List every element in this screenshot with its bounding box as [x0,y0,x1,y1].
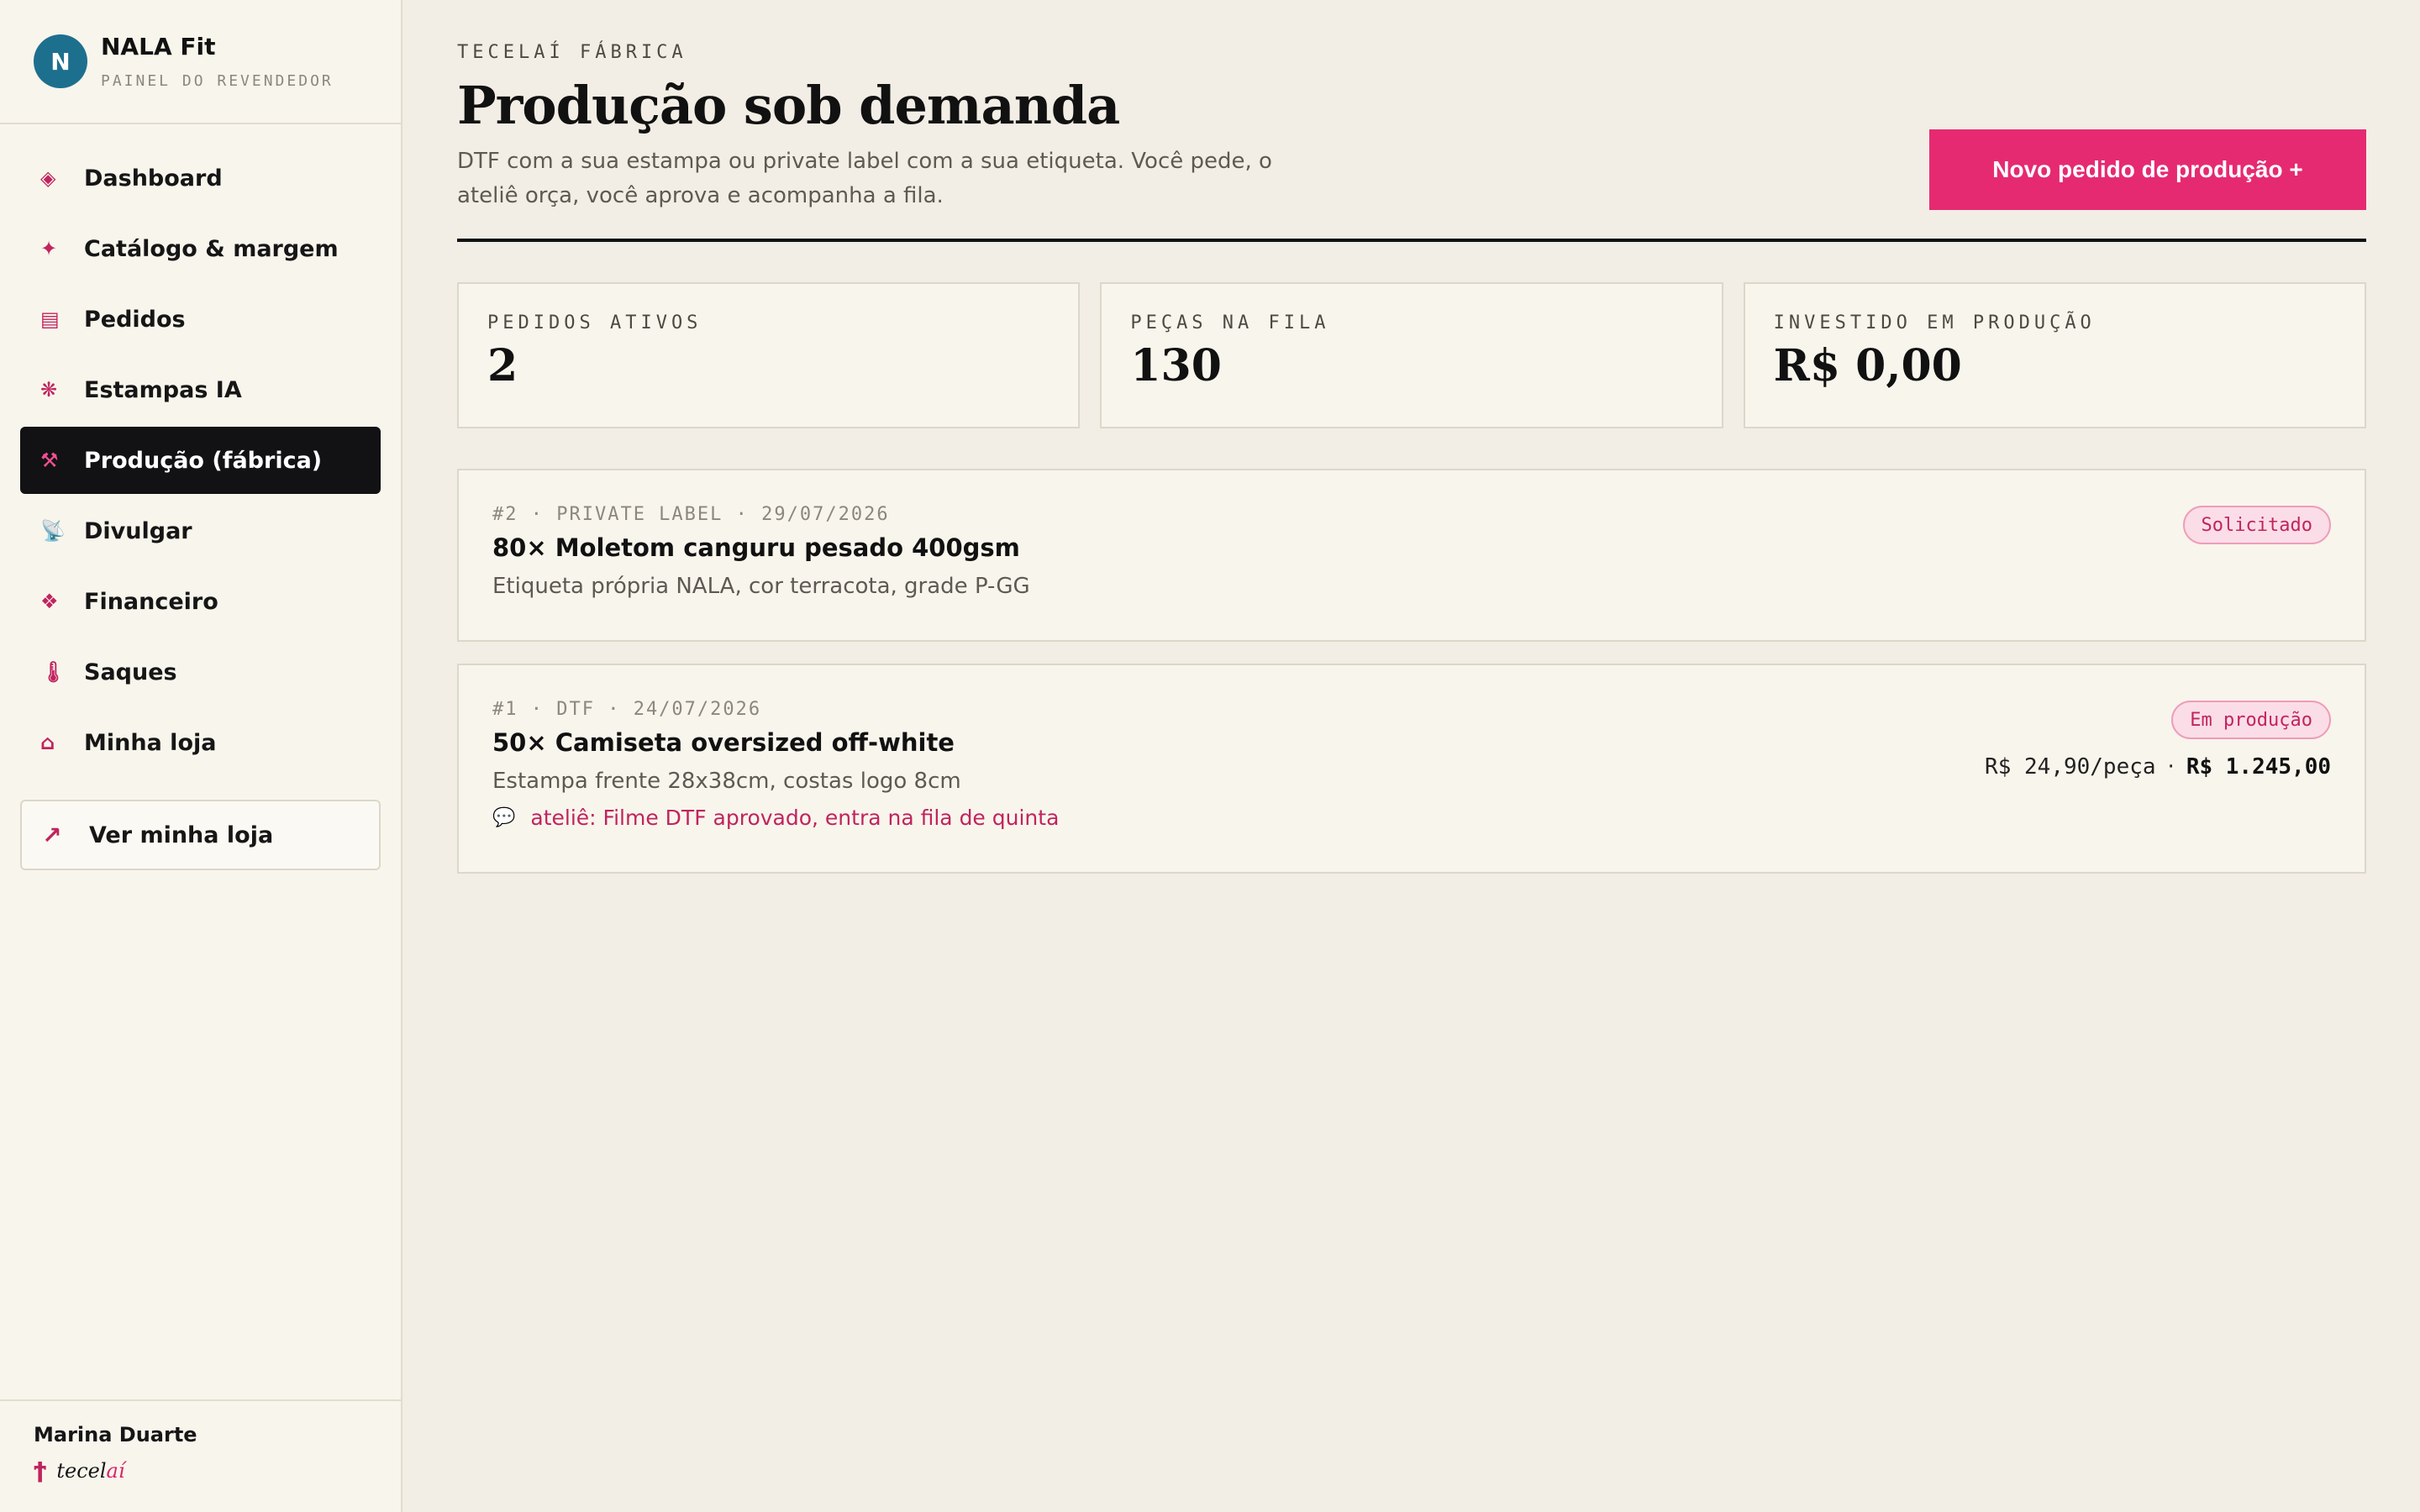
sidebar-item-label: Estampas IA [84,376,242,403]
diamond-cluster-icon: ❖ [40,590,59,613]
tecelai-logo: ϯ tecelaí [34,1458,402,1483]
store-name: NALA Fit [101,33,216,60]
status-badge: Em produção [2171,701,2331,739]
logo-text: tecelaí [56,1459,125,1483]
stat-active-orders: PEDIDOS ATIVOS 2 [457,282,1081,428]
sidebar-item-promote[interactable]: 📡 Divulgar [20,497,381,564]
production-orders-list: #2 · PRIVATE LABEL · 29/07/2026 80× Mole… [457,469,2366,874]
atelier-note: 💬 ateliê: Filme DTF aprovado, entra na f… [492,806,2331,830]
satellite-dish-icon: 📡 [40,519,66,543]
sidebar-item-label: Dashboard [84,165,223,192]
list-item[interactable]: #1 · DTF · 24/07/2026 50× Camiseta overs… [457,664,2366,874]
order-title: 80× Moletom canguru pesado 400gsm [492,533,1020,562]
house-icon: ⌂ [40,731,55,754]
list-icon: ▤ [40,307,60,331]
logo-mark-icon: ϯ [34,1458,47,1483]
atelier-note-text: ateliê: Filme DTF aprovado, entra na fil… [530,806,1060,830]
order-meta: #2 · PRIVATE LABEL · 29/07/2026 [492,504,890,525]
stat-value: 130 [1130,340,1222,391]
page-title: Produção sob demanda [457,75,1120,136]
main-content: TECELAÍ FÁBRICA Produção sob demanda DTF… [457,0,2366,895]
hammer-pick-icon: ⚒ [40,449,59,472]
arrow-up-right-icon: ↗ [42,821,62,849]
diamond-outline-icon: ◈ [40,166,56,190]
sidebar-item-dashboard[interactable]: ◈ Dashboard [20,144,381,212]
brand-text: NALA Fit PAINEL DO REVENDEDOR [101,33,334,90]
sidebar-item-my-store[interactable]: ⌂ Minha loja [20,709,381,776]
header-divider [457,239,2366,242]
sidebar-item-label: Saques [84,659,177,685]
page-description: DTF com a sua estampa ou private label c… [457,149,1272,208]
new-production-order-button[interactable]: Novo pedido de produção + [1929,129,2366,210]
list-item[interactable]: #2 · PRIVATE LABEL · 29/07/2026 80× Mole… [457,469,2366,642]
page-eyebrow: TECELAÍ FÁBRICA [457,42,687,63]
order-total: R$ 1.245,00 [2186,754,2331,780]
sidebar-item-catalog[interactable]: ✦ Catálogo & margem [20,215,381,282]
stat-label: PEÇAS NA FILA [1130,312,1330,333]
order-description: Etiqueta própria NALA, cor terracota, gr… [492,574,1030,599]
sidebar-item-production[interactable]: ⚒ Produção (fábrica) [20,427,381,494]
order-title: 50× Camiseta oversized off-white [492,728,955,757]
price-separator: · [2167,754,2175,780]
sidebar-item-label: Produção (fábrica) [84,447,323,474]
sidebar-item-label: Divulgar [84,517,192,544]
order-meta: #1 · DTF · 24/07/2026 [492,699,762,720]
sidebar-item-label: Catálogo & margem [84,235,339,262]
avatar[interactable]: N [34,34,87,88]
sidebar-item-label: Minha loja [84,729,217,756]
sidebar-nav: ◈ Dashboard ✦ Catálogo & margem ▤ Pedido… [0,124,401,776]
stat-value: 2 [487,340,518,391]
stat-queue-pieces: PEÇAS NA FILA 130 [1100,282,1723,428]
stat-label: PEDIDOS ATIVOS [487,312,702,333]
speech-bubble-icon: 💬 [492,807,516,828]
stat-label: INVESTIDO EM PRODUÇÃO [1773,312,2096,333]
stat-invested: INVESTIDO EM PRODUÇÃO R$ 0,00 [1743,282,2366,428]
sidebar-item-label: Financeiro [84,588,218,615]
sidebar-item-ai-prints[interactable]: ❋ Estampas IA [20,356,381,423]
user-footer: Marina Duarte ϯ tecelaí [0,1399,402,1512]
sidebar-item-orders[interactable]: ▤ Pedidos [20,286,381,353]
user-name: Marina Duarte [34,1423,197,1446]
stats-row: PEDIDOS ATIVOS 2 PEÇAS NA FILA 130 INVES… [457,282,2366,428]
status-badge: Solicitado [2182,506,2331,544]
panel-subtitle: PAINEL DO REVENDEDOR [101,72,334,90]
sidebar-item-finance[interactable]: ❖ Financeiro [20,568,381,635]
sidebar-item-label: Pedidos [84,306,186,333]
brand-header: N NALA Fit PAINEL DO REVENDEDOR [0,0,401,124]
thermometer-icon: 🌡 [40,660,66,684]
asterisk-flower-icon: ❋ [40,378,58,402]
sidebar-item-withdrawals[interactable]: 🌡 Saques [20,638,381,706]
stat-value: R$ 0,00 [1773,340,1962,391]
view-store-button[interactable]: ↗ Ver minha loja [20,800,381,870]
order-price: R$ 24,90/peça · R$ 1.245,00 [1985,754,2331,780]
sparkle-icon: ✦ [40,237,58,260]
unit-price: R$ 24,90/peça [1985,754,2156,780]
sidebar: N NALA Fit PAINEL DO REVENDEDOR ◈ Dashbo… [0,0,402,1512]
view-store-label: Ver minha loja [89,822,274,848]
